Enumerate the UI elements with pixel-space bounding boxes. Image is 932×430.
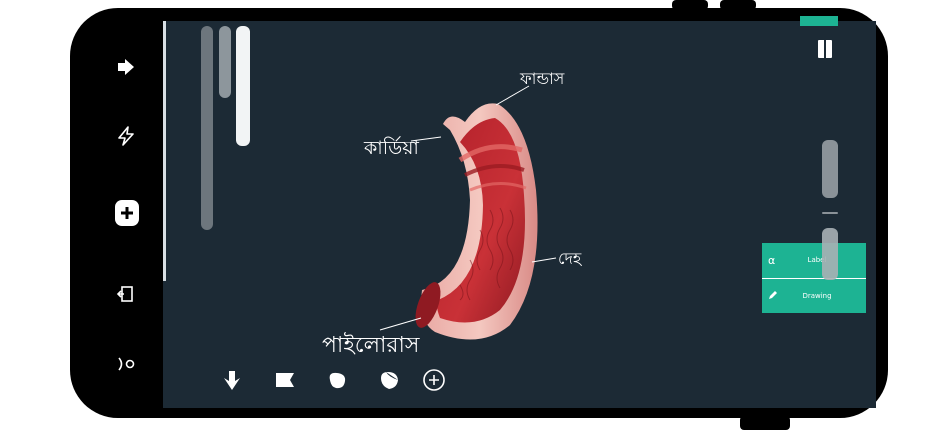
flag-icon[interactable] [273,368,297,392]
blob-icon[interactable] [325,368,349,392]
label-fundus: ফান্ডাস [520,69,565,88]
heart-icon[interactable] [377,368,401,392]
add-circle-icon[interactable] [422,368,446,392]
leader-lines [379,85,557,331]
label-cardia: কার্ডিয়া [364,137,419,159]
label-body: দেহ [558,249,582,268]
pointer-icon[interactable] [220,368,244,392]
label-pylorus: পাইলোরাস [322,333,420,358]
